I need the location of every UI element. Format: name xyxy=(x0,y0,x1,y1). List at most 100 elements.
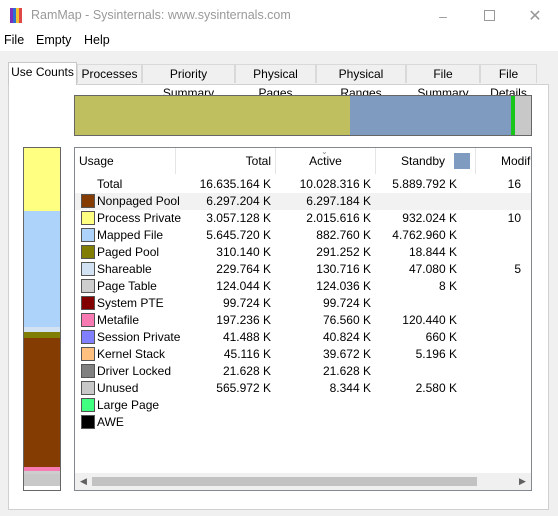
table-row[interactable]: AWE xyxy=(75,414,531,431)
cell-total: 99.724 K xyxy=(222,296,271,310)
column-active-header[interactable]: ⌄ Active xyxy=(276,148,376,174)
menu-file[interactable]: File xyxy=(4,33,24,47)
column-standby-header[interactable]: Standby xyxy=(376,148,476,174)
cell-standby: 8 K xyxy=(438,279,457,293)
table-row[interactable]: Nonpaged Pool 6.297.204 K 6.297.184 K xyxy=(75,193,531,210)
window-title: RamMap - Sysinternals: www.sysinternals.… xyxy=(31,8,291,22)
cell-standby: 932.024 K xyxy=(402,211,457,225)
cell-standby xyxy=(376,363,457,380)
tab-file-summary[interactable]: File Summary xyxy=(406,64,480,100)
overview-segment-free xyxy=(515,96,531,135)
minimize-icon: – xyxy=(439,7,447,24)
column-total[interactable]: Total xyxy=(176,148,276,174)
usage-color-swatch xyxy=(81,347,95,361)
usage-color-swatch xyxy=(81,313,95,327)
table-row[interactable]: Page Table 124.044 K 124.036 K 8 K xyxy=(75,278,531,295)
minimize-button[interactable]: – xyxy=(420,0,466,31)
cell-active: 21.628 K xyxy=(322,364,371,378)
cell-modified: 10 xyxy=(507,211,521,225)
usage-color-swatch xyxy=(81,364,95,378)
cell-standby: 4.762.960 K xyxy=(392,228,457,242)
cell-standby: 47.080 K xyxy=(408,262,457,276)
tab-physical-ranges[interactable]: Physical Ranges xyxy=(316,64,406,100)
column-usage[interactable]: Usage xyxy=(75,148,176,174)
cell-usage: Process Private xyxy=(97,211,182,225)
tab-use-counts[interactable]: Use Counts xyxy=(8,62,77,85)
title-bar: RamMap - Sysinternals: www.sysinternals.… xyxy=(0,0,558,31)
cell-usage: Session Private xyxy=(97,330,181,344)
scroll-left-icon[interactable]: ◀ xyxy=(75,473,92,490)
table-row[interactable]: Paged Pool 310.140 K 291.252 K 18.844 K xyxy=(75,244,531,261)
cell-active: 40.824 K xyxy=(322,330,371,344)
cell-active: 39.672 K xyxy=(322,347,371,361)
cell-total: 3.057.128 K xyxy=(206,211,271,225)
usage-color-swatch xyxy=(81,194,95,208)
memory-overview-bar xyxy=(74,95,532,136)
cell-total: 197.236 K xyxy=(216,313,271,327)
cell-usage: Total xyxy=(97,177,123,191)
table-row[interactable]: Metafile 197.236 K 76.560 K 120.440 K xyxy=(75,312,531,329)
cell-total: 45.116 K xyxy=(223,347,271,361)
cell-standby: 18.844 K xyxy=(408,245,457,259)
cell-usage: Metafile xyxy=(97,313,140,327)
cell-active: 124.036 K xyxy=(316,279,371,293)
standby-color-swatch xyxy=(454,153,470,169)
close-button[interactable]: ✕ xyxy=(512,0,558,31)
menu-bar: File Empty Help xyxy=(0,31,558,51)
table-row[interactable]: Process Private 3.057.128 K 2.015.616 K 932… xyxy=(75,210,531,227)
maximize-icon xyxy=(483,10,495,21)
tab-physical-pages[interactable]: Physical Pages xyxy=(235,64,316,100)
sort-arrow-icon: ⌄ xyxy=(321,147,328,156)
table-row[interactable]: Large Page xyxy=(75,397,531,414)
cell-usage: Shareable xyxy=(97,262,152,276)
tab-priority-summary[interactable]: Priority Summary xyxy=(142,64,235,100)
usage-segment-unused xyxy=(24,474,60,486)
cell-total: 229.764 K xyxy=(216,262,271,276)
tab-processes[interactable]: Processes xyxy=(77,64,142,83)
table-row[interactable]: Unused 565.972 K 8.344 K 2.580 K xyxy=(75,380,531,397)
cell-active: 882.760 K xyxy=(316,228,371,242)
usage-color-swatch xyxy=(81,262,95,276)
cell-standby: 660 K xyxy=(425,330,457,344)
column-modified-header[interactable]: Modified xyxy=(476,148,531,174)
cell-usage: Page Table xyxy=(97,279,157,293)
table-row[interactable]: Mapped File 5.645.720 K 882.760 K 4.762.960… xyxy=(75,227,531,244)
table-row[interactable]: System PTE 99.724 K 99.724 K xyxy=(75,295,531,312)
table-row[interactable]: Total 16.635.164 K 10.028.316 K 5.889.792 K… xyxy=(75,176,531,193)
cell-modified xyxy=(476,278,521,295)
menu-empty[interactable]: Empty xyxy=(36,33,71,47)
horizontal-scrollbar[interactable]: ◀ ▶ xyxy=(75,473,531,490)
tab-file-details[interactable]: File Details xyxy=(480,64,537,100)
usage-segment-mapped-file xyxy=(24,210,60,327)
cell-standby xyxy=(376,414,457,431)
cell-active: 8.344 K xyxy=(329,381,371,395)
cell-active: 76.560 K xyxy=(322,313,371,327)
cell-usage: Mapped File xyxy=(97,228,164,242)
table-row[interactable]: Kernel Stack 45.116 K 39.672 K 5.196 K xyxy=(75,346,531,363)
rammap-app-icon xyxy=(10,8,24,23)
usage-color-swatch xyxy=(81,245,95,259)
cell-modified: 16 xyxy=(507,177,521,191)
cell-total: 124.044 K xyxy=(216,279,271,293)
cell-standby: 5.196 K xyxy=(415,347,457,361)
usage-color-swatch xyxy=(81,279,95,293)
cell-usage: Unused xyxy=(97,381,139,395)
column-modified: Modified xyxy=(501,154,531,168)
cell-usage: Driver Locked xyxy=(97,364,172,378)
scrollbar-thumb[interactable] xyxy=(92,477,477,486)
cell-standby: 5.889.792 K xyxy=(392,177,457,191)
cell-usage: Paged Pool xyxy=(97,245,160,259)
table-row[interactable]: Driver Locked 21.628 K 21.628 K xyxy=(75,363,531,380)
maximize-button[interactable] xyxy=(466,0,512,31)
cell-modified: 5 xyxy=(514,262,521,276)
menu-help[interactable]: Help xyxy=(84,33,110,47)
scroll-right-icon[interactable]: ▶ xyxy=(514,473,531,490)
overview-segment-active xyxy=(75,96,350,135)
table-row[interactable]: Session Private 41.488 K 40.824 K 660 K xyxy=(75,329,531,346)
table-row[interactable]: Shareable 229.764 K 130.716 K 47.080 K 5 xyxy=(75,261,531,278)
cell-total: 310.140 K xyxy=(216,245,271,259)
cell-standby xyxy=(376,397,457,414)
cell-usage: Nonpaged Pool xyxy=(97,194,180,208)
cell-total: 565.972 K xyxy=(216,381,271,395)
usage-breakdown-bar xyxy=(23,147,61,491)
